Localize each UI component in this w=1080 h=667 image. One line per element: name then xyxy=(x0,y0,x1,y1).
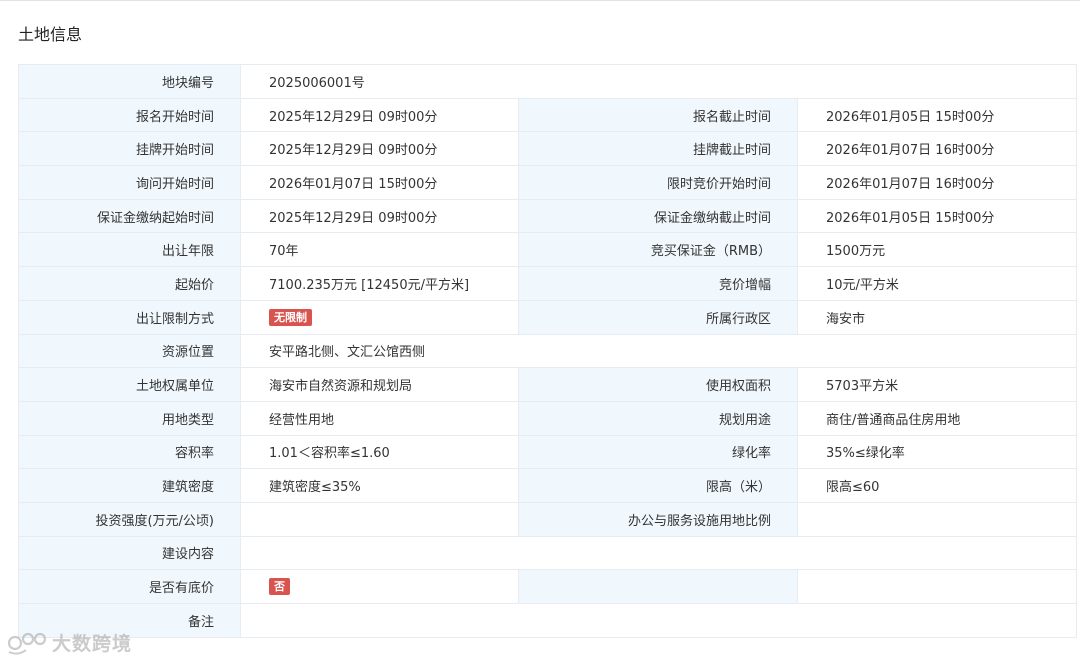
table-row: 挂牌开始时间 2025年12月29日 09时00分 挂牌截止时间 2026年01… xyxy=(18,131,1078,167)
location-value: 安平路北侧、文汇公馆西侧 xyxy=(239,333,1078,369)
land-info-page: 土地信息 地块编号 2025006001号 报名开始时间 2025年12月29日… xyxy=(0,0,1080,667)
reserve-price-badge: 否 xyxy=(269,578,290,596)
table-row: 出让年限 70年 竞买保证金（RMB） 1500万元 xyxy=(18,232,1078,268)
bid-deposit-label: 竞买保证金（RMB） xyxy=(518,232,798,268)
construction-value xyxy=(239,535,1078,571)
signup-start-value: 2025年12月29日 09时00分 xyxy=(240,97,519,133)
listing-end-label: 挂牌截止时间 xyxy=(518,131,798,167)
term-label: 出让年限 xyxy=(18,232,241,268)
land-info-table: 地块编号 2025006001号 报名开始时间 2025年12月29日 09时0… xyxy=(18,64,1078,638)
listing-start-value: 2025年12月29日 09时00分 xyxy=(240,131,519,167)
owner-label: 土地权属单位 xyxy=(18,367,241,402)
table-row: 土地权属单位 海安市自然资源和规划局 使用权面积 5703平方米 xyxy=(18,367,1078,402)
section-title: 土地信息 xyxy=(18,25,83,44)
table-row: 容积率 1.01＜容积率≤1.60 绿化率 35%≤绿化率 xyxy=(18,434,1078,470)
restriction-badge: 无限制 xyxy=(269,308,312,326)
table-row: 地块编号 2025006001号 xyxy=(18,64,1078,99)
location-label: 资源位置 xyxy=(18,333,241,369)
start-price-value: 7100.235万元 [12450元/平方米] xyxy=(240,266,519,301)
green-ratio-label: 绿化率 xyxy=(518,434,798,470)
construction-label: 建设内容 xyxy=(18,535,241,571)
plot-ratio-label: 容积率 xyxy=(18,434,241,470)
reserve-price-label: 是否有底价 xyxy=(18,569,241,604)
investment-value xyxy=(240,501,519,537)
listing-end-value: 2026年01月07日 16时00分 xyxy=(796,131,1078,167)
table-row: 投资强度(万元/公顷) 办公与服务设施用地比例 xyxy=(18,501,1078,537)
bid-increment-label: 竞价增幅 xyxy=(518,266,798,301)
plot-ratio-value: 1.01＜容积率≤1.60 xyxy=(240,434,519,470)
planned-use-label: 规划用途 xyxy=(518,400,798,436)
table-row: 建设内容 xyxy=(18,535,1078,571)
listing-start-label: 挂牌开始时间 xyxy=(18,131,241,167)
timed-bid-start-label: 限时竞价开始时间 xyxy=(518,165,798,200)
table-row: 用地类型 经营性用地 规划用途 商住/普通商品住房用地 xyxy=(18,400,1078,436)
parcel-no-value: 2025006001号 xyxy=(239,64,1078,99)
owner-value: 海安市自然资源和规划局 xyxy=(240,367,519,402)
table-row: 报名开始时间 2025年12月29日 09时00分 报名截止时间 2026年01… xyxy=(18,97,1078,133)
table-row: 资源位置 安平路北侧、文汇公馆西侧 xyxy=(18,333,1078,369)
deposit-start-label: 保证金缴纳起始时间 xyxy=(18,198,241,234)
bid-deposit-value: 1500万元 xyxy=(796,232,1078,268)
remarks-value xyxy=(239,603,1078,638)
district-label: 所属行政区 xyxy=(518,299,798,335)
area-label: 使用权面积 xyxy=(518,367,798,402)
investment-label: 投资强度(万元/公顷) xyxy=(18,501,241,537)
empty-value-cell xyxy=(796,569,1078,604)
land-type-value: 经营性用地 xyxy=(240,400,519,436)
green-ratio-value: 35%≤绿化率 xyxy=(796,434,1078,470)
signup-end-label: 报名截止时间 xyxy=(518,97,798,133)
table-row: 备注 xyxy=(18,603,1078,638)
office-ratio-value xyxy=(796,501,1078,537)
watermark-logo-icon xyxy=(6,630,48,656)
height-limit-value: 限高≤60 xyxy=(796,468,1078,503)
building-density-value: 建筑密度≤35% xyxy=(240,468,519,503)
table-row: 起始价 7100.235万元 [12450元/平方米] 竞价增幅 10元/平方米 xyxy=(18,266,1078,301)
land-type-label: 用地类型 xyxy=(18,400,241,436)
office-ratio-label: 办公与服务设施用地比例 xyxy=(518,501,798,537)
bid-increment-value: 10元/平方米 xyxy=(796,266,1078,301)
restriction-value: 无限制 xyxy=(240,299,519,335)
deposit-start-value: 2025年12月29日 09时00分 xyxy=(240,198,519,234)
start-price-label: 起始价 xyxy=(18,266,241,301)
timed-bid-start-value: 2026年01月07日 16时00分 xyxy=(796,165,1078,200)
inquiry-start-label: 询问开始时间 xyxy=(18,165,241,200)
reserve-price-value: 否 xyxy=(240,569,519,604)
table-row: 建筑密度 建筑密度≤35% 限高（米） 限高≤60 xyxy=(18,468,1078,503)
parcel-no-label: 地块编号 xyxy=(18,64,241,99)
table-row: 出让限制方式 无限制 所属行政区 海安市 xyxy=(18,299,1078,335)
table-row: 保证金缴纳起始时间 2025年12月29日 09时00分 保证金缴纳截止时间 2… xyxy=(18,198,1078,234)
district-value: 海安市 xyxy=(796,299,1078,335)
height-limit-label: 限高（米） xyxy=(518,468,798,503)
empty-label-cell xyxy=(518,569,798,604)
table-row: 是否有底价 否 xyxy=(18,569,1078,604)
watermark: 大数跨境 xyxy=(6,629,132,656)
building-density-label: 建筑密度 xyxy=(18,468,241,503)
inquiry-start-value: 2026年01月07日 15时00分 xyxy=(240,165,519,200)
deposit-end-label: 保证金缴纳截止时间 xyxy=(518,198,798,234)
table-row: 询问开始时间 2026年01月07日 15时00分 限时竞价开始时间 2026年… xyxy=(18,165,1078,200)
signup-end-value: 2026年01月05日 15时00分 xyxy=(796,97,1078,133)
planned-use-value: 商住/普通商品住房用地 xyxy=(796,400,1078,436)
area-value: 5703平方米 xyxy=(796,367,1078,402)
watermark-text: 大数跨境 xyxy=(52,633,133,655)
restriction-label: 出让限制方式 xyxy=(18,299,241,335)
term-value: 70年 xyxy=(240,232,519,268)
signup-start-label: 报名开始时间 xyxy=(18,97,241,133)
deposit-end-value: 2026年01月05日 15时00分 xyxy=(796,198,1078,234)
